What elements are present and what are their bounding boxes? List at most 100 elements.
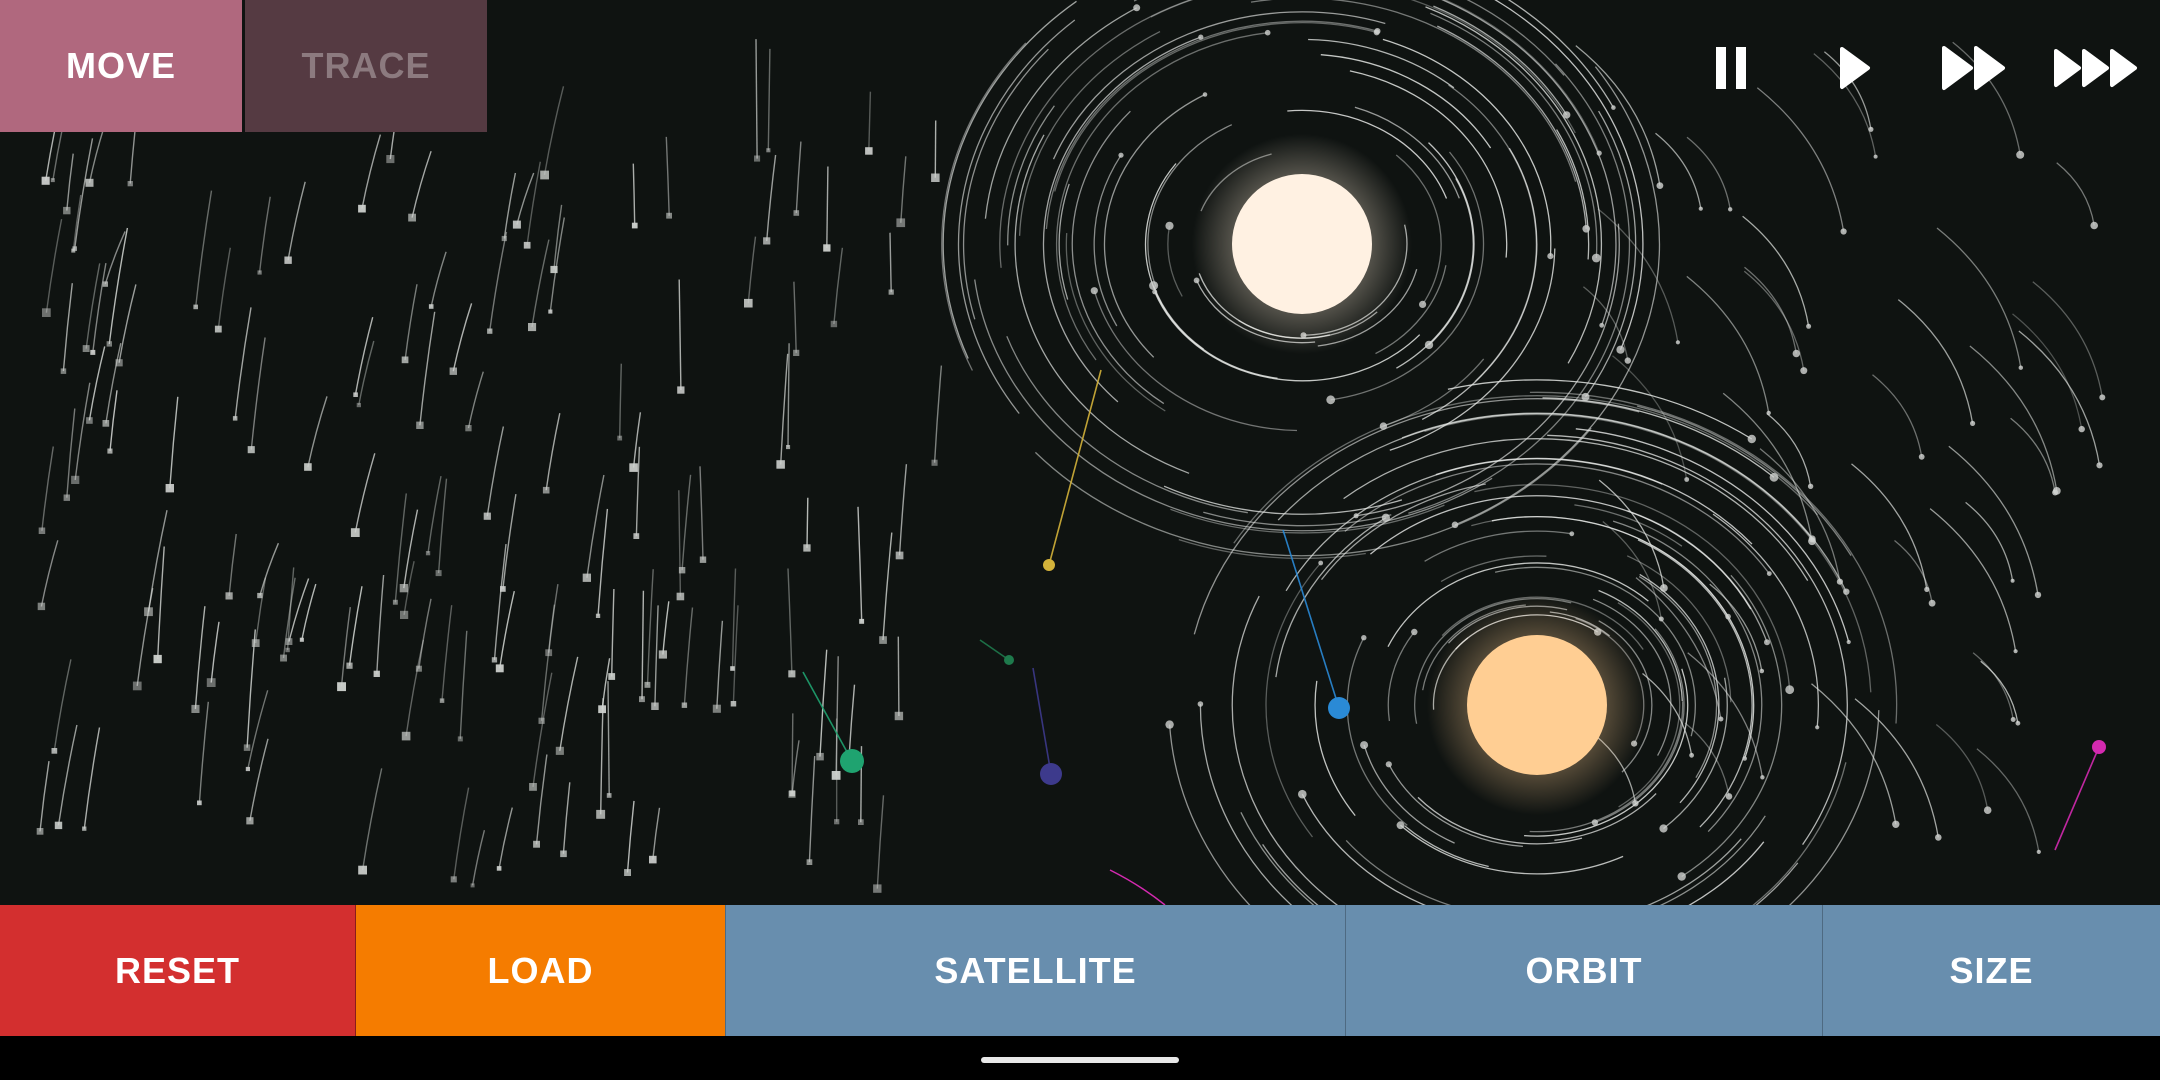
orbit-particle bbox=[1742, 756, 1747, 761]
play-button[interactable] bbox=[1820, 22, 1890, 114]
particle-trail bbox=[348, 586, 363, 666]
particle-trail bbox=[453, 787, 470, 880]
particle-trail bbox=[427, 475, 442, 554]
orbit-particle bbox=[1591, 253, 1601, 263]
particle bbox=[523, 241, 531, 249]
particle-trail bbox=[66, 153, 74, 211]
particle-trail bbox=[136, 587, 154, 686]
star-bodies bbox=[1192, 134, 1647, 815]
particle-trail bbox=[1972, 652, 2014, 720]
particle bbox=[491, 657, 498, 663]
orbit-particle bbox=[1563, 111, 1571, 119]
orbit-particle bbox=[1165, 720, 1174, 729]
indigo-planet bbox=[1040, 763, 1062, 785]
particle bbox=[71, 475, 80, 484]
load-button[interactable]: LOAD bbox=[356, 905, 725, 1036]
particle-trail bbox=[287, 181, 306, 261]
particle bbox=[299, 637, 304, 642]
orbit-trail-star-two bbox=[1301, 793, 1427, 905]
simulation-canvas[interactable] bbox=[0, 0, 2160, 905]
particle bbox=[127, 181, 133, 187]
orbit-particle bbox=[1569, 531, 1575, 537]
particle-trail bbox=[1811, 683, 1897, 825]
particle bbox=[859, 618, 865, 624]
particle-trail bbox=[1935, 723, 1989, 811]
particle-trail bbox=[1686, 136, 1731, 210]
particle bbox=[538, 717, 545, 724]
particle bbox=[649, 855, 657, 864]
trace-mode-button[interactable]: TRACE bbox=[245, 0, 487, 132]
orbit-button[interactable]: ORBIT bbox=[1346, 905, 1823, 1036]
orbit-trail-star-one bbox=[1167, 225, 1183, 297]
orbit-particle bbox=[1326, 395, 1336, 405]
particle-trail bbox=[404, 284, 418, 360]
reset-label: RESET bbox=[114, 949, 241, 991]
particle bbox=[2099, 394, 2106, 401]
orbit-particle bbox=[1090, 287, 1098, 295]
particle bbox=[931, 173, 940, 182]
orbit-particle bbox=[1451, 521, 1459, 529]
particle bbox=[540, 170, 549, 180]
particle bbox=[831, 771, 841, 780]
orbit-particle bbox=[1659, 824, 1668, 833]
orbit-particle bbox=[1591, 819, 1599, 826]
particle-trail bbox=[210, 621, 220, 683]
particle-trail bbox=[169, 396, 179, 489]
particle-trail bbox=[72, 194, 82, 251]
particle-trail bbox=[681, 474, 692, 571]
particle-trail bbox=[39, 760, 50, 832]
satellite-button[interactable]: SATELLITE bbox=[725, 905, 1346, 1036]
particle bbox=[206, 678, 216, 687]
particle bbox=[102, 420, 110, 427]
particle bbox=[542, 486, 550, 494]
blue-planet bbox=[1328, 697, 1350, 719]
orbit-particle bbox=[1419, 300, 1427, 308]
simulation-svg[interactable] bbox=[0, 0, 2160, 905]
orbit-particle bbox=[1373, 29, 1380, 36]
particle bbox=[1689, 752, 1694, 758]
particle bbox=[82, 826, 87, 831]
orbit-particle bbox=[1133, 4, 1141, 12]
particle-trail bbox=[502, 493, 517, 590]
particle bbox=[82, 345, 90, 352]
particle bbox=[280, 654, 287, 662]
particle-trail bbox=[683, 607, 694, 706]
particle-trail bbox=[716, 620, 724, 709]
particle bbox=[285, 647, 290, 653]
particle-trail bbox=[632, 163, 636, 226]
orbit-trail-star-one bbox=[1430, 12, 1598, 259]
particle-trail bbox=[499, 590, 515, 669]
reset-button[interactable]: RESET bbox=[0, 905, 356, 1036]
orbit-trail-star-one bbox=[1428, 142, 1475, 346]
particle-trail bbox=[611, 588, 615, 677]
particle bbox=[245, 766, 250, 772]
particle-trail bbox=[562, 782, 571, 854]
particle bbox=[895, 551, 904, 560]
orbit-trail-star-one bbox=[1556, 129, 1590, 260]
orbit-particle bbox=[1764, 639, 1770, 646]
particle bbox=[823, 244, 831, 252]
home-indicator[interactable] bbox=[981, 1057, 1179, 1063]
yellow-planet bbox=[1043, 559, 1055, 571]
move-mode-button[interactable]: MOVE bbox=[0, 0, 242, 132]
particle bbox=[776, 460, 785, 469]
orbit-particle bbox=[1846, 639, 1851, 645]
orbit-particle bbox=[1118, 152, 1124, 158]
particle bbox=[1935, 834, 1942, 841]
particle-trail bbox=[307, 396, 328, 468]
fast-forward-button[interactable] bbox=[1930, 22, 2020, 114]
particle bbox=[629, 463, 638, 472]
particle bbox=[1892, 820, 1900, 828]
particle bbox=[1873, 154, 1878, 159]
orbit-particle bbox=[1298, 789, 1307, 799]
fastest-forward-button[interactable] bbox=[2048, 22, 2146, 114]
particle bbox=[496, 866, 502, 871]
pause-button[interactable] bbox=[1700, 22, 1764, 114]
particle bbox=[284, 256, 292, 264]
size-button[interactable]: SIZE bbox=[1823, 905, 2160, 1036]
particle bbox=[651, 702, 659, 710]
orbit-particle bbox=[1769, 472, 1779, 482]
particle bbox=[90, 349, 96, 355]
particle bbox=[1924, 586, 1930, 593]
particle-trail bbox=[118, 284, 137, 363]
